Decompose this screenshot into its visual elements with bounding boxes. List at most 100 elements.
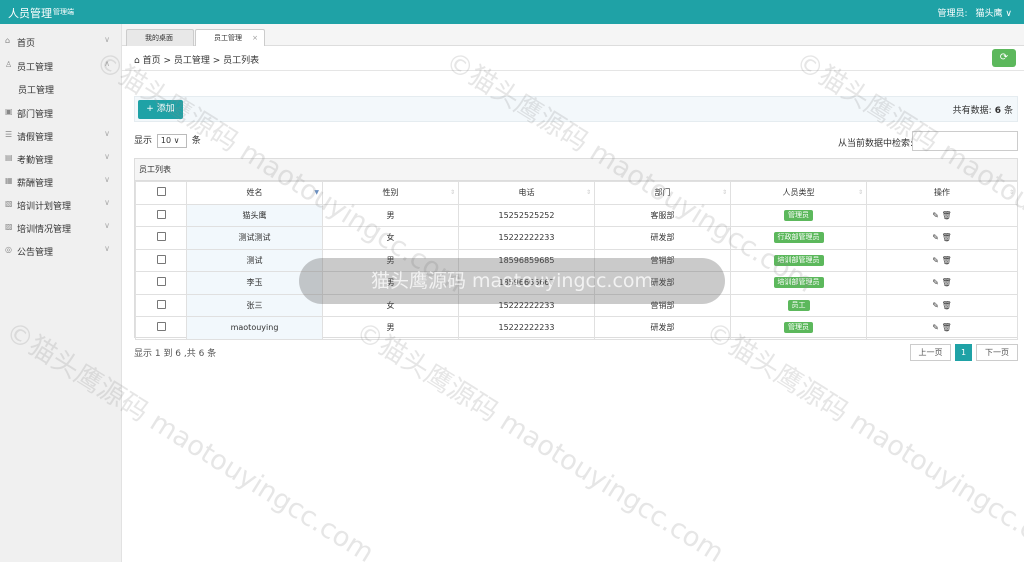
department-icon: ▣ <box>5 107 13 116</box>
breadcrumb-text: 首页 > 员工管理 > 员工列表 <box>142 56 260 66</box>
cell-name: 测试测试 <box>186 226 323 250</box>
sidebar-item-label: 培训情况管理 <box>17 225 72 235</box>
chevron-down-icon: ∨ <box>104 221 110 230</box>
sidebar-item-employee[interactable]: ♙ 员工管理 ∧ <box>0 54 122 76</box>
row-checkbox[interactable] <box>156 254 166 264</box>
column-header-name[interactable]: 姓名 ▼ <box>186 181 323 205</box>
column-header-gender[interactable]: 性别 ⇕ <box>322 181 459 205</box>
row-checkbox[interactable] <box>156 232 166 242</box>
add-button[interactable]: + 添加 <box>138 100 183 119</box>
table-row: 猫头鹰男 15252525252 客服部 管理员 ✎ 🗑 <box>135 203 1018 227</box>
page-length-select[interactable]: 10 ∨ <box>156 133 187 148</box>
cell-phone: 15222222233 <box>458 226 595 250</box>
cell-gender: 男 <box>322 316 459 340</box>
chevron-down-icon: ∨ <box>104 35 110 44</box>
sidebar-item-training-plan[interactable]: ▧ 培训计划管理 ∨ <box>0 193 122 215</box>
sort-icon: ⇕ <box>449 189 455 196</box>
cell-actions: ✎ 🗑 <box>866 226 1018 250</box>
sidebar-item-label: 公告管理 <box>17 248 54 258</box>
header-label: 姓名 <box>246 188 263 198</box>
watermark-overlay: 猫头鹰源码 maotouyingcc.com <box>299 258 725 304</box>
edit-icon[interactable]: ✎ <box>932 278 939 287</box>
row-select-cell <box>135 271 187 295</box>
sidebar: ⌂ 首页 ∨ ♙ 员工管理 ∧ 员工管理 ▣ 部门管理 ☰ 请假管理 ∨ ▤ 考… <box>0 24 122 562</box>
edit-icon[interactable]: ✎ <box>932 211 939 220</box>
header-label: 操作 <box>934 188 950 198</box>
edit-icon[interactable]: ✎ <box>932 256 939 265</box>
delete-icon[interactable]: 🗑 <box>939 301 952 310</box>
delete-icon[interactable]: 🗑 <box>939 256 952 265</box>
cell-actions: ✎ 🗑 <box>866 316 1018 340</box>
current-page-button[interactable]: 1 <box>955 344 972 361</box>
watermark: ©猫头鹰源码 maotouyingcc.com <box>349 315 730 562</box>
total-prefix: 共有数据: <box>952 106 992 116</box>
cell-type: 培训部管理员 <box>730 248 867 272</box>
sidebar-item-attendance[interactable]: ▤ 考勤管理 ∨ <box>0 147 122 169</box>
cell-dept: 研发部 <box>594 226 731 250</box>
select-all-cell <box>135 181 187 205</box>
row-select-cell <box>135 293 187 317</box>
cell-dept: 研发部 <box>594 316 731 340</box>
header-label: 部门 <box>654 188 671 198</box>
select-all-checkbox[interactable] <box>156 187 166 197</box>
tab-label: 我的桌面 <box>145 34 173 42</box>
sidebar-subitem-employee[interactable]: 员工管理 <box>0 77 122 99</box>
training-status-icon: ▨ <box>5 222 13 231</box>
next-page-button[interactable]: 下一页 <box>976 344 1018 361</box>
cell-type: 员工 <box>730 293 867 317</box>
length-prefix: 显示 <box>134 136 153 146</box>
role-badge: 员工 <box>787 299 810 311</box>
search-input[interactable] <box>912 131 1018 151</box>
close-icon[interactable]: × <box>252 30 258 46</box>
refresh-icon: ⟳ <box>999 52 1009 63</box>
tab-desktop[interactable]: 我的桌面 <box>126 29 194 46</box>
sidebar-item-home[interactable]: ⌂ 首页 ∨ <box>0 30 122 52</box>
tab-employee[interactable]: 员工管理 × <box>195 29 265 46</box>
cell-actions: ✎ 🗑 <box>866 203 1018 227</box>
column-header-dept[interactable]: 部门 ⇕ <box>594 181 731 205</box>
row-checkbox[interactable] <box>156 277 166 287</box>
sort-icon: ⇕ <box>1008 189 1014 196</box>
cell-dept: 客服部 <box>594 203 731 227</box>
top-bar: 人员管理 管理端 管理员: 猫头鹰 ∨ <box>0 0 1024 24</box>
tab-label: 员工管理 <box>214 34 242 42</box>
cell-name: 猫头鹰 <box>186 203 323 227</box>
sidebar-item-salary[interactable]: ▦ 薪酬管理 ∨ <box>0 170 122 192</box>
leave-icon: ☰ <box>5 130 13 139</box>
row-checkbox[interactable] <box>156 209 166 219</box>
row-select-cell <box>135 226 187 250</box>
chevron-down-icon: ∨ <box>104 175 110 184</box>
sidebar-item-notice[interactable]: ◎ 公告管理 ∨ <box>0 239 122 261</box>
column-header-phone[interactable]: 电话 ⇕ <box>458 181 595 205</box>
delete-icon[interactable]: 🗑 <box>939 211 952 220</box>
app-subtitle: 管理端 <box>53 8 74 16</box>
total-number: 6 <box>994 106 1001 116</box>
sidebar-item-label: 薪酬管理 <box>17 179 54 189</box>
edit-icon[interactable]: ✎ <box>932 323 939 332</box>
delete-icon[interactable]: 🗑 <box>939 233 952 242</box>
column-header-actions[interactable]: 操作 ⇕ <box>866 181 1018 205</box>
edit-icon[interactable]: ✎ <box>932 301 939 310</box>
row-checkbox[interactable] <box>156 299 166 309</box>
prev-page-button[interactable]: 上一页 <box>910 344 951 361</box>
delete-icon[interactable]: 🗑 <box>939 278 952 287</box>
column-header-type[interactable]: 人员类型 ⇕ <box>730 181 867 205</box>
sidebar-item-department[interactable]: ▣ 部门管理 <box>0 101 122 123</box>
sidebar-item-label: 考勤管理 <box>17 156 54 166</box>
table-row: maotouying 男 15222222233 研发部 管理员 ✎ 🗑 <box>135 316 1018 340</box>
row-checkbox[interactable] <box>156 322 166 332</box>
cell-type: 管理员 <box>730 203 867 227</box>
cell-phone: 15252525252 <box>458 203 595 227</box>
refresh-button[interactable]: ⟳ <box>992 49 1016 67</box>
user-menu[interactable]: 管理员: 猫头鹰 ∨ <box>937 6 1012 19</box>
search-label: 从当前数据中检索: <box>838 139 914 149</box>
cell-phone: 15222222233 <box>458 316 595 340</box>
delete-icon[interactable]: 🗑 <box>939 323 952 332</box>
sidebar-item-leave[interactable]: ☰ 请假管理 ∨ <box>0 124 122 146</box>
toolbar: + 添加 共有数据: 6 条 <box>134 96 1018 122</box>
edit-icon[interactable]: ✎ <box>932 233 939 242</box>
role-badge: 管理员 <box>784 209 813 221</box>
sidebar-item-training-status[interactable]: ▨ 培训情况管理 ∨ <box>0 216 122 238</box>
attendance-icon: ▤ <box>5 153 13 162</box>
row-select-cell <box>135 203 187 227</box>
